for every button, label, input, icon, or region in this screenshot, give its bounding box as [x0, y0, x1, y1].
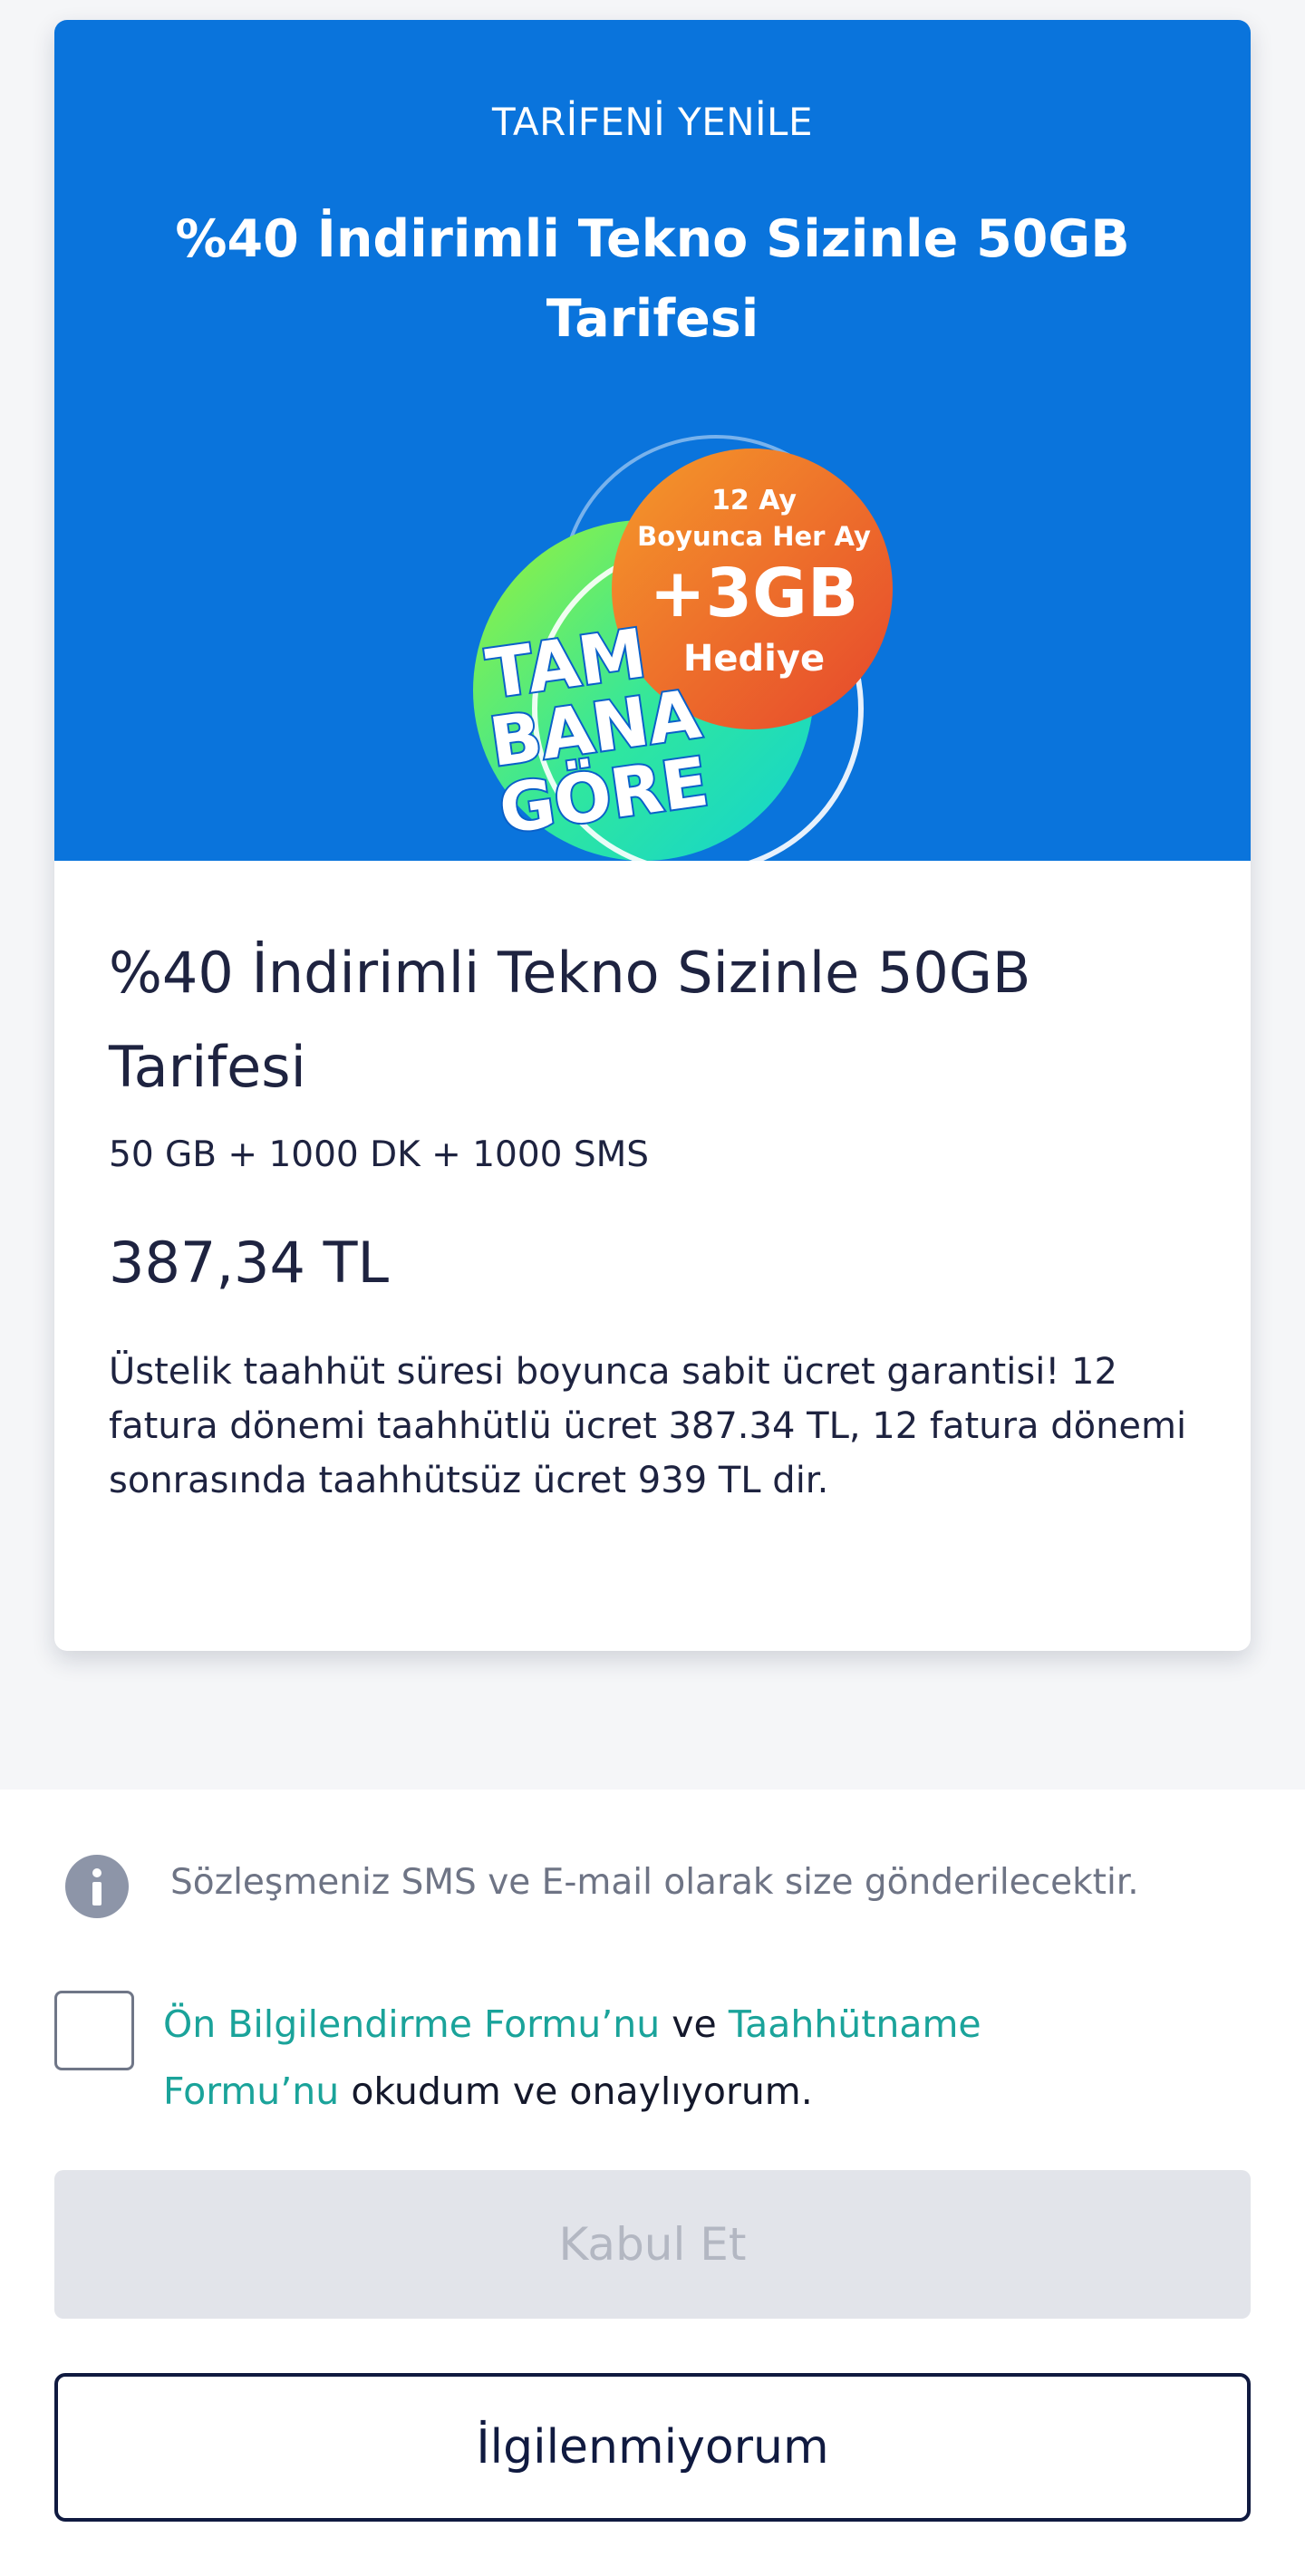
tariff-card: TARİFENİ YENİLE %40 İndirimli Tekno Sizi… — [54, 20, 1251, 1651]
banner-title: %40 İndirimli Tekno Sizinle 50GB Tarifes… — [175, 209, 1130, 349]
consent-suffix: okudum ve onaylıyorum. — [339, 2069, 813, 2113]
consent-checkbox[interactable] — [54, 1991, 134, 2070]
consent-text: Ön Bilgilendirme Formu’nu ve Taahhütname… — [163, 1991, 1160, 2125]
bottom-sheet: Sözleşmeniz SMS ve E-mail olarak size gö… — [0, 1790, 1305, 2576]
promo-line2: Boyunca Her Ay — [637, 521, 871, 552]
plan-title: %40 İndirimli Tekno Sizinle 50GB Tarifes… — [109, 940, 1031, 1100]
consent-connector: ve — [660, 2002, 729, 2046]
promo-amount: +3GB — [650, 555, 859, 632]
info-notice: Sözleşmeniz SMS ve E-mail olarak size gö… — [65, 1853, 1243, 1918]
plan-description: Üstelik taahhüt süresi boyunca sabit ücr… — [109, 1351, 1187, 1501]
tariff-banner: TARİFENİ YENİLE %40 İndirimli Tekno Sizi… — [54, 20, 1251, 872]
info-text: Sözleşmeniz SMS ve E-mail olarak size gö… — [170, 1862, 1139, 1903]
decline-button[interactable]: İlgilenmiyorum — [54, 2373, 1251, 2522]
plan-features: 50 GB + 1000 DK + 1000 SMS — [109, 1134, 650, 1175]
accept-button[interactable]: Kabul Et — [54, 2170, 1251, 2319]
pre-info-form-link[interactable]: Ön Bilgilendirme Formu’nu — [163, 2002, 660, 2046]
promo-line1: 12 Ay — [711, 485, 797, 516]
consent-row: Ön Bilgilendirme Formu’nu ve Taahhütname… — [54, 1991, 1251, 2136]
info-icon — [65, 1855, 129, 1918]
plan-details: %40 İndirimli Tekno Sizinle 50GB Tarifes… — [109, 926, 1205, 1508]
promo-badge-image: 12 Ay Boyunca Her Ay +3GB Hediye TAM BAN… — [473, 435, 893, 872]
banner-eyebrow: TARİFENİ YENİLE — [492, 100, 813, 144]
promo-gift: Hediye — [683, 638, 825, 680]
plan-price: 387,34 TL — [109, 1230, 390, 1296]
